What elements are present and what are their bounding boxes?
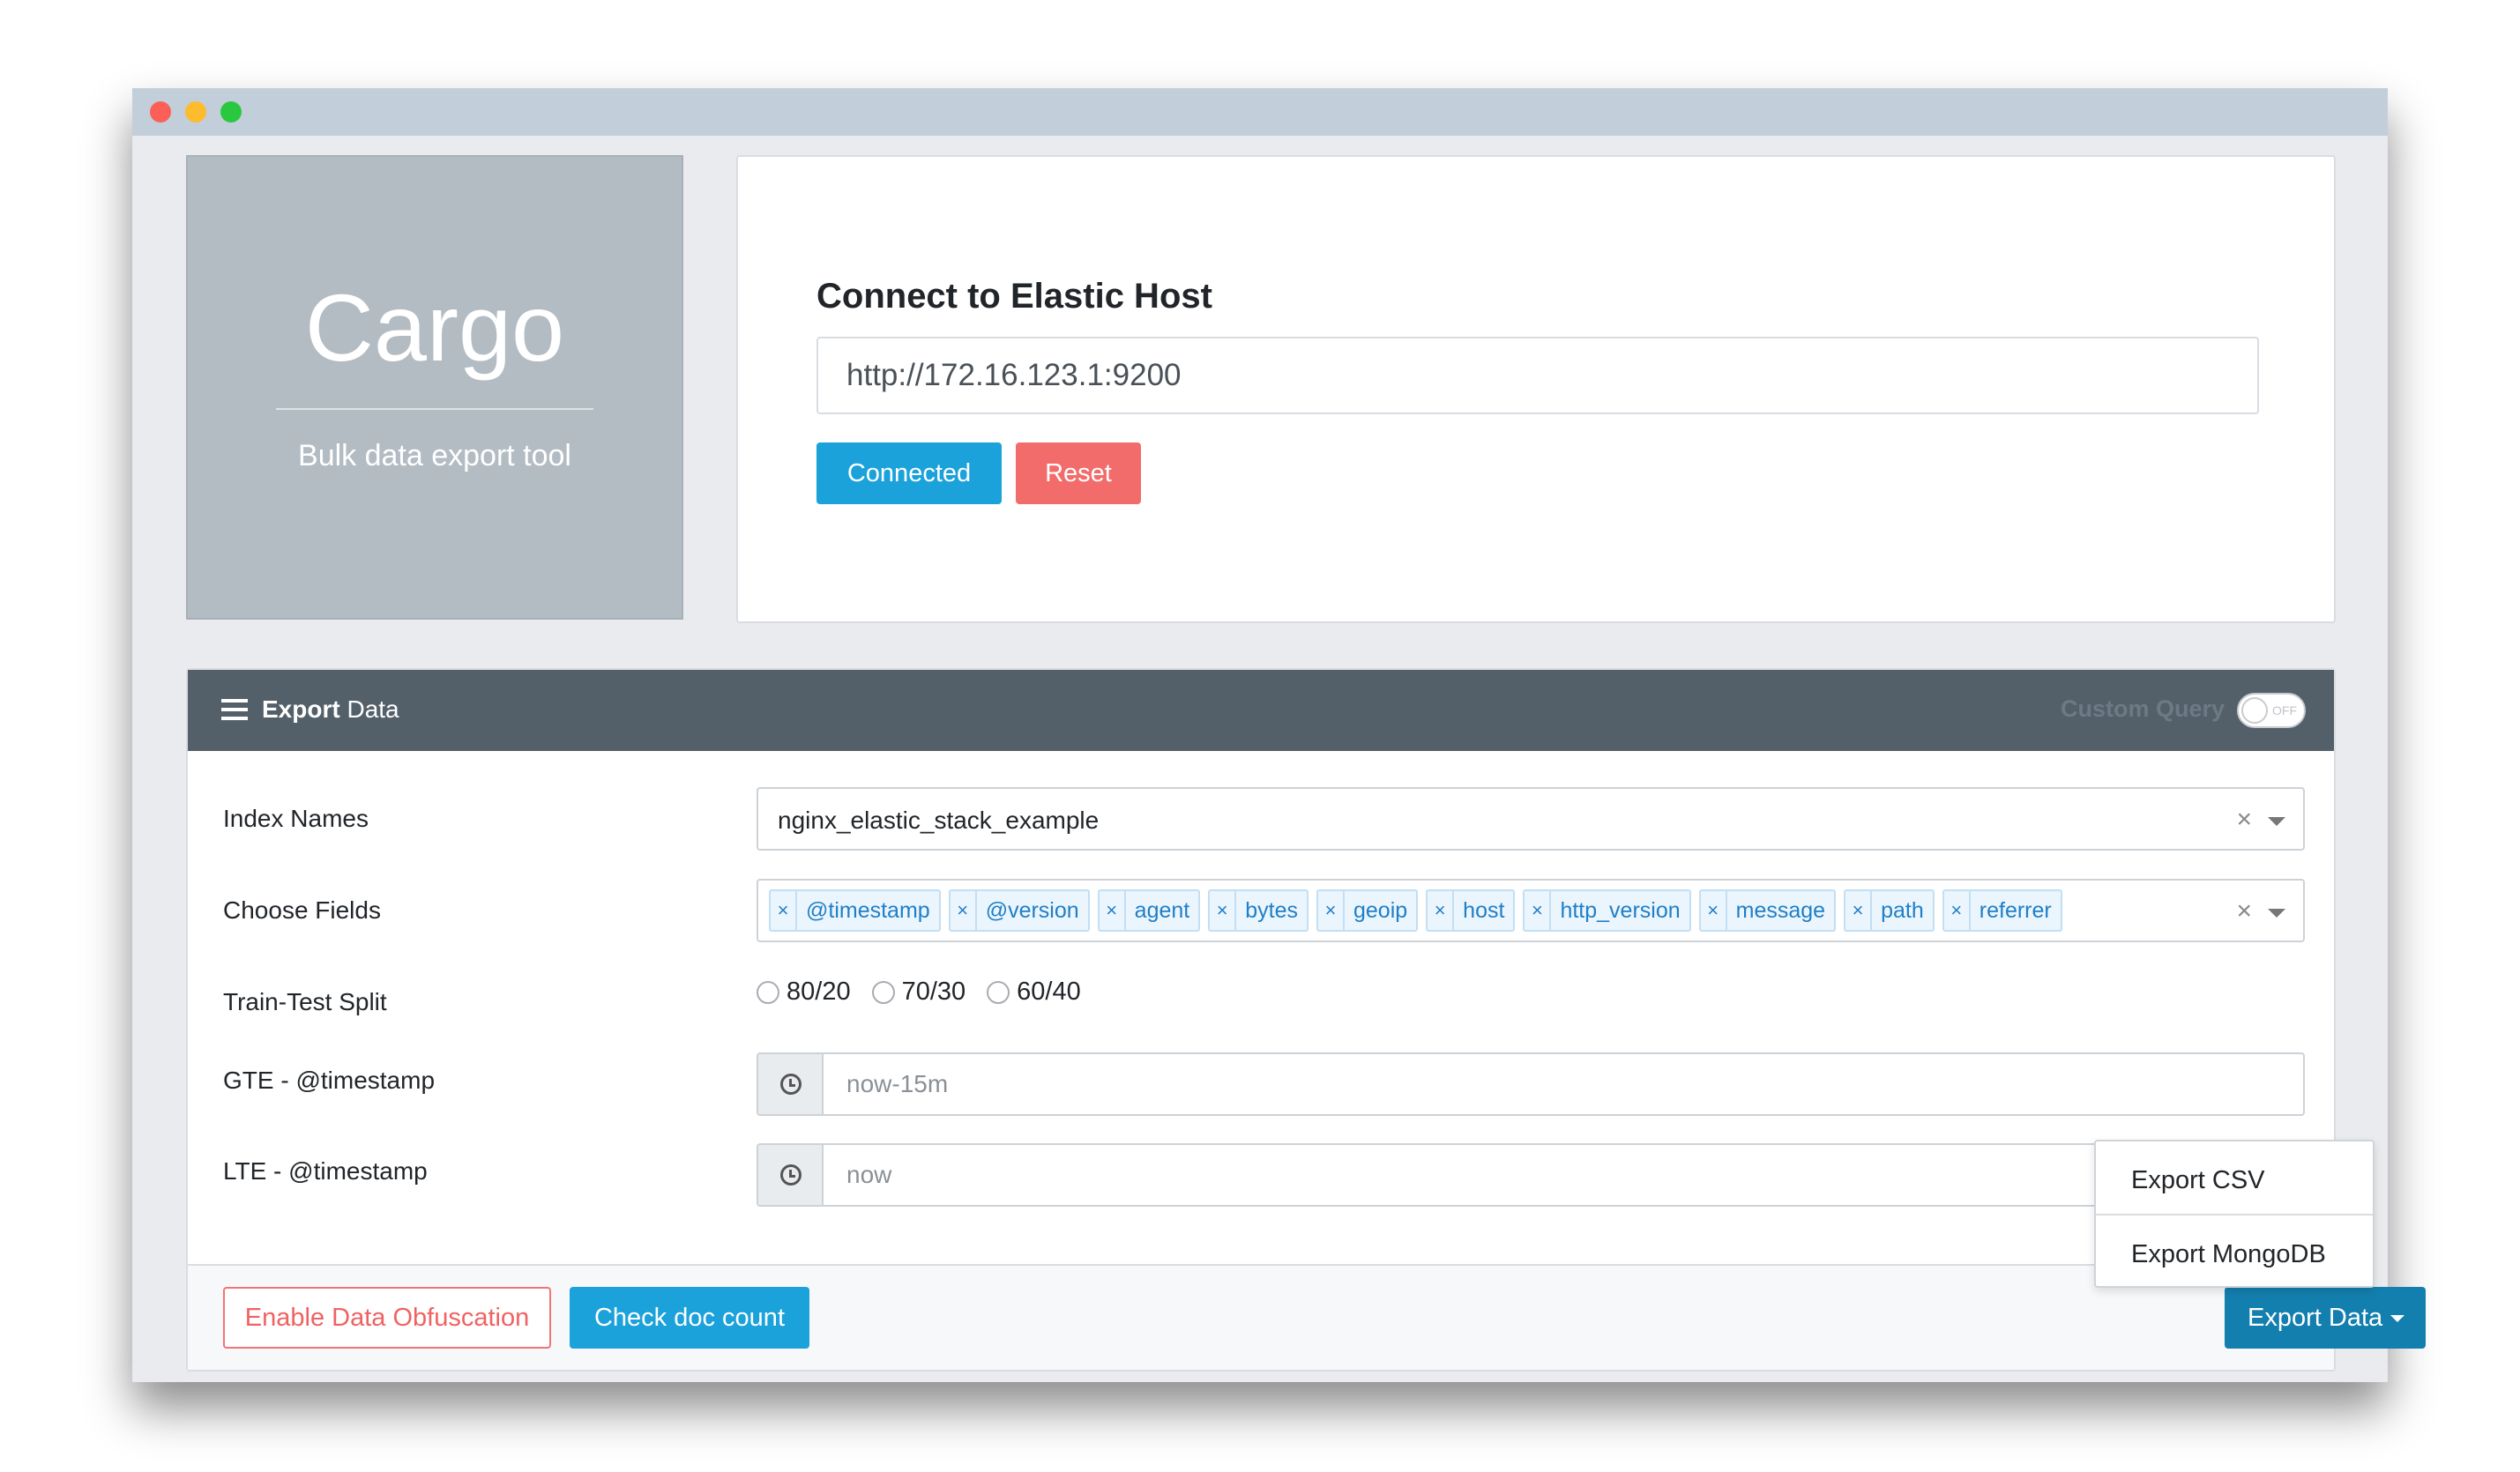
split-option[interactable]: 60/40 bbox=[987, 979, 1081, 1005]
field-tag-label: @timestamp bbox=[806, 897, 930, 923]
remove-tag-icon[interactable]: × bbox=[1210, 891, 1237, 930]
maximize-window-button[interactable] bbox=[220, 101, 242, 123]
field-tag-label: bytes bbox=[1245, 897, 1298, 923]
remove-tag-icon[interactable]: × bbox=[1845, 891, 1873, 930]
radio-button[interactable] bbox=[871, 980, 895, 1004]
clear-fields-icon[interactable]: × bbox=[2236, 898, 2252, 925]
field-tag-label: geoip bbox=[1353, 897, 1408, 923]
export-csv-item[interactable]: Export CSV bbox=[2131, 1168, 2265, 1193]
field-tag-label: agent bbox=[1134, 897, 1190, 923]
elastic-host-input[interactable] bbox=[816, 337, 2259, 414]
remove-tag-icon[interactable]: × bbox=[951, 891, 977, 930]
export-data-panel: Export Data Custom Query OFF Index Names… bbox=[186, 668, 2426, 1372]
enable-obfuscation-button[interactable]: Enable Data Obfuscation bbox=[223, 1287, 551, 1349]
brand-card: Cargo Bulk data export tool bbox=[186, 155, 683, 620]
export-panel-title: Export Data bbox=[262, 697, 399, 722]
gte-timestamp-label: GTE - @timestamp bbox=[223, 1067, 436, 1094]
train-test-split-options: 80/20 70/30 60/40 bbox=[757, 979, 1081, 1005]
app-window: Cargo Bulk data export tool Connect to E… bbox=[132, 88, 2426, 1382]
field-tag-label: host bbox=[1463, 897, 1505, 923]
export-panel-header: Export Data Custom Query OFF bbox=[188, 670, 2334, 751]
index-names-select[interactable]: nginx_elastic_stack_example × bbox=[757, 787, 2305, 851]
field-tag: × @timestamp bbox=[769, 889, 941, 932]
remove-tag-icon[interactable]: × bbox=[1100, 891, 1126, 930]
brand-divider bbox=[276, 408, 593, 410]
gte-timestamp-input[interactable] bbox=[825, 1054, 2303, 1114]
field-tag: × referrer bbox=[1942, 889, 2062, 932]
remove-tag-icon[interactable]: × bbox=[1701, 891, 1727, 930]
close-window-button[interactable] bbox=[150, 101, 171, 123]
remove-tag-icon[interactable]: × bbox=[1428, 891, 1455, 930]
export-data-label: Export Data bbox=[2248, 1303, 2383, 1332]
chevron-down-icon[interactable] bbox=[2268, 817, 2285, 826]
lte-timestamp-label: LTE - @timestamp bbox=[223, 1157, 428, 1185]
export-data-button[interactable]: Export Data bbox=[2225, 1287, 2426, 1349]
list-icon bbox=[221, 699, 248, 720]
app-subtitle: Bulk data export tool bbox=[298, 439, 571, 472]
remove-tag-icon[interactable]: × bbox=[1525, 891, 1552, 930]
chevron-down-icon[interactable] bbox=[2268, 909, 2285, 918]
menu-divider bbox=[2096, 1214, 2373, 1216]
remove-tag-icon[interactable]: × bbox=[1944, 891, 1971, 930]
connect-title: Connect to Elastic Host bbox=[816, 277, 1212, 316]
field-tag: × path bbox=[1844, 889, 1935, 932]
field-tag: × host bbox=[1426, 889, 1516, 932]
title-bar bbox=[132, 88, 2388, 136]
export-panel-footer: Enable Data Obfuscation Check doc count … bbox=[188, 1264, 2426, 1370]
index-names-value: nginx_elastic_stack_example bbox=[778, 807, 1100, 834]
field-tag: × http_version bbox=[1523, 889, 1691, 932]
export-dropdown-menu: Export CSV Export MongoDB bbox=[2094, 1140, 2375, 1288]
gte-addon bbox=[758, 1054, 824, 1114]
export-mongodb-item[interactable]: Export MongoDB bbox=[2131, 1242, 2326, 1268]
field-tags: × @timestamp × @version × agent × bytes × geoip × h… bbox=[769, 889, 2062, 933]
reset-button[interactable]: Reset bbox=[1016, 442, 1141, 504]
export-title-rest: Data bbox=[339, 695, 399, 723]
check-doc-count-button[interactable]: Check doc count bbox=[570, 1287, 809, 1349]
field-tag: × agent bbox=[1097, 889, 1201, 932]
field-tag-label: message bbox=[1735, 897, 1826, 923]
clock-icon bbox=[780, 1074, 801, 1095]
field-tag-label: http_version bbox=[1560, 897, 1681, 923]
field-tag-label: @version bbox=[985, 897, 1079, 923]
toggle-state-text: OFF bbox=[2272, 703, 2297, 717]
field-tag: × message bbox=[1698, 889, 1837, 932]
field-tag: × @version bbox=[948, 889, 1090, 932]
field-tag-label: path bbox=[1881, 897, 1924, 923]
split-option-label: 60/40 bbox=[1017, 978, 1081, 1006]
remove-tag-icon[interactable]: × bbox=[771, 891, 797, 930]
custom-query-label: Custom Query bbox=[2060, 695, 2225, 722]
clear-index-icon[interactable]: × bbox=[2236, 807, 2252, 833]
split-option-label: 80/20 bbox=[787, 978, 851, 1006]
field-tag-label: referrer bbox=[1979, 897, 2052, 923]
train-test-split-label: Train-Test Split bbox=[223, 988, 387, 1015]
gte-timestamp-field[interactable] bbox=[757, 1052, 2305, 1116]
lte-timestamp-field[interactable] bbox=[757, 1143, 2305, 1207]
minimize-window-button[interactable] bbox=[185, 101, 206, 123]
split-option[interactable]: 80/20 bbox=[757, 979, 851, 1005]
radio-button[interactable] bbox=[987, 980, 1010, 1004]
index-names-label: Index Names bbox=[223, 805, 369, 832]
split-option[interactable]: 70/30 bbox=[871, 978, 966, 1006]
connected-button[interactable]: Connected bbox=[816, 442, 1002, 504]
export-title-bold: Export bbox=[262, 695, 340, 723]
radio-button[interactable] bbox=[757, 980, 779, 1004]
app-title: Cargo bbox=[304, 274, 565, 381]
connect-card: Connect to Elastic Host Connected Reset bbox=[736, 155, 2336, 623]
remove-tag-icon[interactable]: × bbox=[1318, 891, 1345, 930]
lte-addon bbox=[758, 1145, 824, 1205]
toggle-knob bbox=[2241, 697, 2268, 724]
caret-down-icon bbox=[2390, 1315, 2404, 1322]
lte-timestamp-input[interactable] bbox=[825, 1145, 2303, 1205]
custom-query-toggle[interactable]: OFF bbox=[2237, 693, 2306, 728]
split-option-label: 70/30 bbox=[901, 978, 966, 1006]
choose-fields-select[interactable]: × @timestamp × @version × agent × bytes × geoip × h… bbox=[757, 879, 2305, 942]
clock-icon bbox=[780, 1164, 801, 1186]
field-tag: × geoip bbox=[1316, 889, 1419, 932]
choose-fields-label: Choose Fields bbox=[223, 896, 381, 924]
field-tag: × bytes bbox=[1208, 889, 1308, 932]
